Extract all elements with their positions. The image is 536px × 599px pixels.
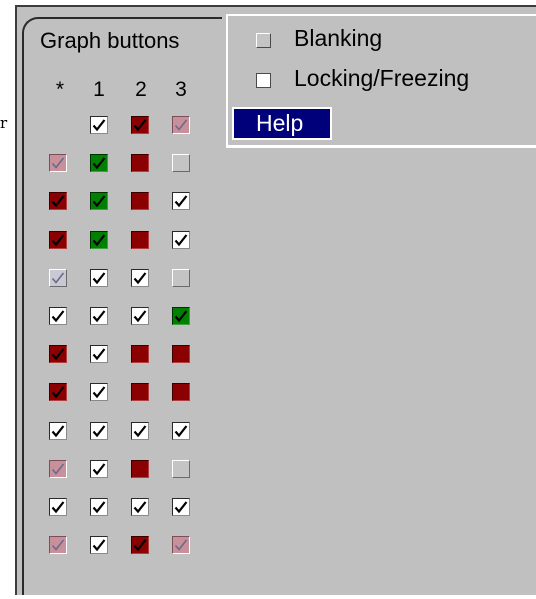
checkmark-icon (51, 272, 65, 284)
help-button[interactable]: Help (232, 107, 332, 140)
graph-button-row10-col-all[interactable] (49, 460, 67, 478)
graph-button-row9-col-all[interactable] (49, 422, 67, 440)
checkmark-icon (51, 463, 65, 475)
checkmark-icon (51, 234, 65, 247)
graph-button-row6-col-1[interactable] (90, 307, 108, 325)
graph-button-row3-col-2[interactable] (131, 192, 149, 210)
graph-button-row5-col-2[interactable] (131, 269, 149, 287)
graph-button-row1-col-3[interactable] (172, 116, 190, 134)
graph-button-row8-col-1[interactable] (90, 383, 108, 401)
graph-button-row5-col-1[interactable] (90, 269, 108, 287)
stray-character: r (0, 114, 8, 132)
graph-button-row8-col-all[interactable] (49, 383, 67, 401)
checkmark-icon (174, 234, 188, 247)
graph-button-row2-col-2[interactable] (131, 154, 149, 172)
graph-button-row3-col-3[interactable] (172, 192, 190, 210)
graph-button-row4-col-2[interactable] (131, 231, 149, 249)
graph-button-row8-col-2[interactable] (131, 383, 149, 401)
checkmark-icon (51, 539, 65, 551)
graph-button-row12-col-1[interactable] (90, 536, 108, 554)
checkmark-icon (51, 501, 65, 514)
graph-button-row6-col-all[interactable] (49, 307, 67, 325)
checkmark-icon (92, 539, 106, 552)
blanking-menu-item[interactable]: Blanking (228, 21, 534, 57)
checkmark-icon (51, 195, 65, 208)
graph-button-row3-col-1[interactable] (90, 192, 108, 210)
checkmark-icon (51, 310, 65, 323)
column-header-all: * (55, 78, 65, 101)
checkmark-icon (92, 386, 106, 399)
graph-button-row10-col-3[interactable] (172, 460, 190, 478)
graph-button-row11-col-all[interactable] (49, 498, 67, 516)
graph-button-row4-col-all[interactable] (49, 231, 67, 249)
graph-button-row5-col-all[interactable] (49, 269, 67, 287)
graph-button-row11-col-3[interactable] (172, 498, 190, 516)
graph-button-row11-col-1[interactable] (90, 498, 108, 516)
checkmark-icon (51, 425, 65, 438)
column-header-3: 3 (175, 78, 187, 101)
graph-button-row9-col-1[interactable] (90, 422, 108, 440)
checkmark-icon (51, 386, 65, 399)
column-header-1: 1 (93, 78, 105, 101)
checkmark-icon (174, 195, 188, 208)
checkmark-icon (92, 195, 106, 208)
graph-button-row9-col-3[interactable] (172, 422, 190, 440)
blanking-toggle-box[interactable] (256, 33, 271, 48)
checkmark-icon (92, 157, 106, 170)
checkmark-icon (92, 272, 106, 285)
graph-button-row7-col-all[interactable] (49, 345, 67, 363)
help-label: Help (256, 110, 304, 136)
graph-button-row2-col-all[interactable] (49, 154, 67, 172)
graph-button-row2-col-3[interactable] (172, 154, 190, 172)
popup-menu: Blanking Locking/Freezing Help (226, 14, 536, 148)
checkmark-icon (51, 157, 65, 169)
checkmark-icon (174, 539, 188, 551)
graph-button-row7-col-2[interactable] (131, 345, 149, 363)
graph-buttons-title: Graph buttons (40, 28, 180, 53)
checkmark-icon (133, 272, 147, 285)
graph-button-row10-col-1[interactable] (90, 460, 108, 478)
graph-button-row2-col-1[interactable] (90, 154, 108, 172)
graph-button-row12-col-all[interactable] (49, 536, 67, 554)
locking-freezing-menu-item[interactable]: Locking/Freezing (228, 61, 534, 97)
graph-button-row12-col-2[interactable] (131, 536, 149, 554)
graph-button-row7-col-3[interactable] (172, 345, 190, 363)
checkmark-icon (133, 539, 147, 552)
graph-button-row3-col-all[interactable] (49, 192, 67, 210)
checkmark-icon (133, 501, 147, 514)
checkmark-icon (92, 310, 106, 323)
graph-button-row7-col-1[interactable] (90, 345, 108, 363)
checkmark-icon (51, 348, 65, 361)
checkmark-icon (92, 348, 106, 361)
checkmark-icon (133, 119, 147, 132)
checkmark-icon (174, 310, 188, 323)
graph-button-row4-col-3[interactable] (172, 231, 190, 249)
checkmark-icon (92, 234, 106, 247)
checkmark-icon (92, 119, 106, 132)
graph-button-row8-col-3[interactable] (172, 383, 190, 401)
graph-button-row9-col-2[interactable] (131, 422, 149, 440)
graph-button-row11-col-2[interactable] (131, 498, 149, 516)
graph-button-row12-col-3[interactable] (172, 536, 190, 554)
graph-button-row10-col-2[interactable] (131, 460, 149, 478)
graph-button-row1-col-1[interactable] (90, 116, 108, 134)
locking-freezing-label: Locking/Freezing (294, 65, 470, 91)
checkmark-icon (174, 425, 188, 438)
checkmark-icon (133, 425, 147, 438)
checkmark-icon (92, 463, 106, 476)
checkmark-icon (174, 119, 188, 131)
graph-button-row1-col-2[interactable] (131, 116, 149, 134)
checkmark-icon (133, 310, 147, 323)
graph-button-row6-col-2[interactable] (131, 307, 149, 325)
checkmark-icon (92, 501, 106, 514)
blanking-label: Blanking (294, 25, 383, 51)
graph-button-row5-col-3[interactable] (172, 269, 190, 287)
graph-button-row4-col-1[interactable] (90, 231, 108, 249)
column-header-2: 2 (135, 78, 147, 101)
checkmark-icon (92, 425, 106, 438)
locking-freezing-toggle-box[interactable] (256, 73, 271, 88)
checkmark-icon (174, 501, 188, 514)
graph-button-row6-col-3[interactable] (172, 307, 190, 325)
